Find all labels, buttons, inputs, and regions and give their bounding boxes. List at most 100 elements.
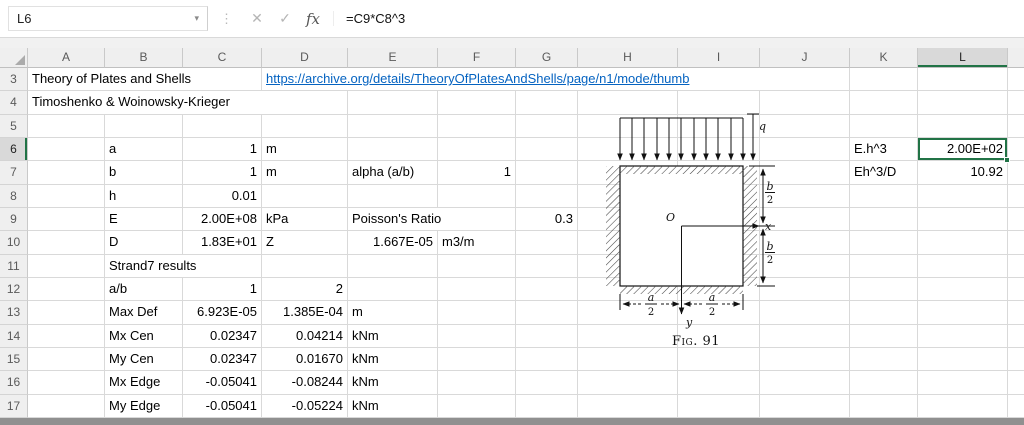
cell-L8[interactable] [918, 184, 1008, 208]
cell-B12[interactable]: a/b [105, 277, 183, 302]
cell-M7[interactable] [1008, 161, 1024, 185]
cell-L4[interactable] [918, 91, 1008, 115]
cell-D12[interactable]: 2 [262, 277, 348, 302]
column-header-E[interactable]: E [348, 48, 438, 68]
row-header-10[interactable]: 10 [0, 231, 28, 255]
cell-F17[interactable] [438, 394, 516, 418]
cell-E9[interactable]: Poisson's Ratio [348, 207, 516, 232]
cell-D7[interactable]: m [262, 161, 348, 185]
cell-B7[interactable]: b [105, 161, 183, 185]
cell-E17[interactable]: kNm [348, 394, 438, 418]
row-header-8[interactable]: 8 [0, 184, 28, 208]
cell-A7[interactable] [28, 161, 105, 185]
column-header-F[interactable]: F [438, 48, 516, 68]
cell-G13[interactable] [516, 301, 578, 325]
cell-C13[interactable]: 6.923E-05 [183, 301, 262, 325]
cell-G12[interactable] [516, 277, 578, 302]
column-header-A[interactable]: A [28, 48, 105, 68]
cell-M17[interactable] [1008, 394, 1024, 418]
cell-D11[interactable] [262, 254, 348, 278]
cell-E6[interactable] [348, 137, 438, 162]
row-header-15[interactable]: 15 [0, 347, 28, 372]
cell-A12[interactable] [28, 277, 105, 302]
row-header-6[interactable]: 6 [0, 137, 28, 162]
cell-M8[interactable] [1008, 184, 1024, 208]
cell-A6[interactable] [28, 137, 105, 162]
column-header-K[interactable]: K [850, 48, 918, 68]
cell-C9[interactable]: 2.00E+08 [183, 207, 262, 232]
cell-B17[interactable]: My Edge [105, 394, 183, 418]
cell-K15[interactable] [850, 347, 918, 372]
cell-D6[interactable]: m [262, 137, 348, 162]
cell-G15[interactable] [516, 347, 578, 372]
cell-E7[interactable]: alpha (a/b) [348, 161, 438, 185]
cell-G16[interactable] [516, 371, 578, 395]
cell-E16[interactable]: kNm [348, 371, 438, 395]
row-header-7[interactable]: 7 [0, 161, 28, 185]
cell-D13[interactable]: 1.385E-04 [262, 301, 348, 325]
cell-G6[interactable] [516, 137, 578, 162]
cell-L12[interactable] [918, 277, 1008, 302]
cell-C15[interactable]: 0.02347 [183, 347, 262, 372]
cell-D15[interactable]: 0.01670 [262, 347, 348, 372]
cell-L15[interactable] [918, 347, 1008, 372]
cell-A3[interactable]: Theory of Plates and Shells [28, 68, 262, 92]
cell-A15[interactable] [28, 347, 105, 372]
cell-B6[interactable]: a [105, 137, 183, 162]
cell-G5[interactable] [516, 114, 578, 138]
row-header-14[interactable]: 14 [0, 324, 28, 348]
row-header-5[interactable]: 5 [0, 114, 28, 138]
cell-K9[interactable] [850, 207, 918, 232]
cell-K10[interactable] [850, 231, 918, 255]
cell-M6[interactable] [1008, 137, 1024, 162]
cell-A11[interactable] [28, 254, 105, 278]
column-header-H[interactable]: H [578, 48, 678, 68]
cell-L3[interactable] [918, 68, 1008, 92]
cell-A5[interactable] [28, 114, 105, 138]
cell-B10[interactable]: D [105, 231, 183, 255]
column-header-L[interactable]: L [918, 48, 1008, 68]
cell-F12[interactable] [438, 277, 516, 302]
cell-C14[interactable]: 0.02347 [183, 324, 262, 348]
column-header-B[interactable]: B [105, 48, 183, 68]
cell-D17[interactable]: -0.05224 [262, 394, 348, 418]
cell-D8[interactable] [262, 184, 348, 208]
cell-E12[interactable] [348, 277, 438, 302]
cell-B15[interactable]: My Cen [105, 347, 183, 372]
cell-F15[interactable] [438, 347, 516, 372]
cell-L7[interactable]: 10.92 [918, 161, 1008, 185]
cell-M3[interactable] [1008, 68, 1024, 92]
cell-L5[interactable] [918, 114, 1008, 138]
column-header-C[interactable]: C [183, 48, 262, 68]
cell-B11[interactable]: Strand7 results [105, 254, 262, 278]
cell-A10[interactable] [28, 231, 105, 255]
cell-E15[interactable]: kNm [348, 347, 438, 372]
cell-A4[interactable]: Timoshenko & Woinowsky-Krieger [28, 91, 348, 115]
cell-E14[interactable]: kNm [348, 324, 438, 348]
cell-A13[interactable] [28, 301, 105, 325]
formula-bar-splitter-icon[interactable]: ⋮ [220, 11, 233, 27]
cell-E8[interactable] [348, 184, 438, 208]
cell-K16[interactable] [850, 371, 918, 395]
cell-C17[interactable]: -0.05041 [183, 394, 262, 418]
cell-A9[interactable] [28, 207, 105, 232]
cell-F4[interactable] [438, 91, 516, 115]
select-all-corner[interactable] [0, 48, 28, 68]
cell-I17[interactable] [678, 394, 760, 418]
cell-G11[interactable] [516, 254, 578, 278]
row-header-16[interactable]: 16 [0, 371, 28, 395]
cell-D5[interactable] [262, 114, 348, 138]
cell-M15[interactable] [1008, 347, 1024, 372]
cell-K12[interactable] [850, 277, 918, 302]
column-header-G[interactable]: G [516, 48, 578, 68]
cell-E4[interactable] [348, 91, 438, 115]
cell-G9[interactable]: 0.3 [516, 207, 578, 232]
cell-K4[interactable] [850, 91, 918, 115]
cell-J17[interactable] [760, 394, 850, 418]
cell-C5[interactable] [183, 114, 262, 138]
cell-M4[interactable] [1008, 91, 1024, 115]
cell-M9[interactable] [1008, 207, 1024, 232]
cell-G17[interactable] [516, 394, 578, 418]
cell-L11[interactable] [918, 254, 1008, 278]
row-header-12[interactable]: 12 [0, 277, 28, 302]
